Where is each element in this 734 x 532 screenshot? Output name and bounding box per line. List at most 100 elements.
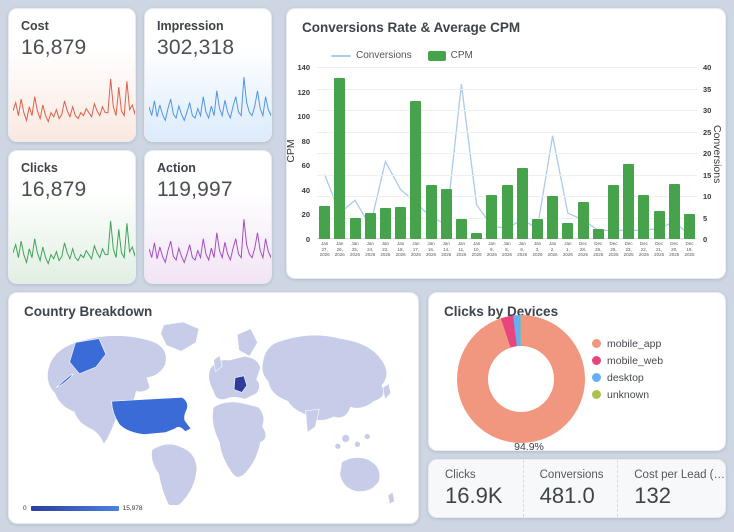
cpm-bar bbox=[410, 101, 422, 239]
axis-tick-label: 5 bbox=[703, 213, 708, 223]
axis-tick-label: 20 bbox=[703, 149, 712, 158]
legend-dot bbox=[592, 356, 601, 365]
line-legend-mark bbox=[331, 54, 351, 57]
stat-value: 132 bbox=[634, 483, 671, 508]
cpm-bar bbox=[364, 213, 376, 239]
kpi-label: Action bbox=[157, 161, 196, 175]
x-axis-label: Jan 24, 2026 bbox=[365, 241, 376, 258]
axis-tick-label: 40 bbox=[301, 185, 310, 195]
map-region-island bbox=[334, 443, 342, 450]
gridline bbox=[317, 131, 697, 133]
stat-label: Cost per Lead (… bbox=[634, 469, 726, 481]
devices-donut-chart[interactable] bbox=[457, 315, 585, 443]
donut-percent-label: 94.9% bbox=[514, 441, 544, 451]
legend-item-cpm[interactable]: CPM bbox=[427, 50, 473, 61]
stat-value: 16.9K bbox=[445, 483, 503, 508]
legend-max-label: 15,978 bbox=[122, 505, 143, 512]
axis-tick-label: 100 bbox=[297, 112, 310, 122]
kpi-label: Clicks bbox=[21, 161, 58, 175]
x-axis-label: Dec 20, 2025 bbox=[669, 241, 680, 258]
map-region-scandinavia bbox=[236, 328, 258, 357]
gridline bbox=[317, 110, 697, 111]
map-region-asia bbox=[261, 334, 388, 421]
cpm-bar bbox=[425, 184, 437, 239]
cpm-bar bbox=[395, 207, 407, 239]
cpm-bar bbox=[531, 219, 543, 239]
devices-legend: mobile_app mobile_webdesktop unknown bbox=[592, 335, 663, 403]
axis-tick-label: 80 bbox=[301, 136, 310, 146]
x-axis-label: Jan 14, 2026 bbox=[441, 241, 452, 258]
legend-label: mobile_web bbox=[607, 354, 664, 367]
axis-tick-label: 0 bbox=[305, 235, 310, 244]
kpi-card-action[interactable]: Action 119,997 bbox=[144, 150, 272, 284]
x-axis-label: Jan 17, 2026 bbox=[410, 241, 421, 258]
axis-tick-label: 30 bbox=[703, 106, 712, 115]
legend-item-unknown[interactable]: unknown bbox=[592, 386, 663, 403]
gridline bbox=[317, 67, 697, 68]
x-axis-label: Jan 26, 2026 bbox=[334, 241, 345, 258]
legend-dot bbox=[592, 339, 601, 348]
x-axis-label: Dec 26, 2025 bbox=[593, 241, 604, 258]
stat-label: Clicks bbox=[445, 469, 476, 481]
cpm-bar bbox=[334, 78, 346, 239]
dashboard-page: Cost 16,879 Impression 302,318 Clicks 16… bbox=[0, 0, 734, 532]
map-title: Country Breakdown bbox=[24, 304, 153, 319]
legend-dot bbox=[592, 390, 601, 399]
summary-stats-card: Clicks 16.9K Conversions 481.0 Cost per … bbox=[428, 459, 726, 518]
map-region-australia bbox=[339, 457, 381, 492]
map-region-united-states[interactable] bbox=[111, 397, 192, 435]
cpm-bar bbox=[486, 194, 498, 239]
axis-tick-label: 140 bbox=[297, 63, 310, 72]
legend-dot bbox=[592, 373, 601, 382]
stat-value: 481.0 bbox=[539, 483, 595, 508]
map-region-india bbox=[305, 408, 320, 434]
cpm-bar bbox=[607, 184, 619, 239]
legend-label: mobile_app bbox=[607, 337, 662, 350]
cpm-bar bbox=[516, 167, 528, 239]
left-axis-ticks: 140 120 100 80 60 40 20 0 bbox=[287, 63, 313, 244]
kpi-card-clicks[interactable]: Clicks 16,879 bbox=[8, 150, 136, 284]
x-axis-label: Jan 27, 2026 bbox=[319, 241, 330, 258]
x-axis-label: Jan 25, 2026 bbox=[350, 241, 361, 258]
kpi-card-cost[interactable]: Cost 16,879 bbox=[8, 8, 136, 142]
legend-item-conversions[interactable]: Conversions bbox=[331, 50, 412, 61]
x-axis-label: Jan 9, 2026 bbox=[486, 241, 497, 258]
conversions-cpm-card: Conversions Rate & Average CPM Conversio… bbox=[285, 8, 726, 279]
cpm-bar bbox=[683, 214, 695, 239]
legend-label: unknown bbox=[607, 388, 650, 401]
legend-item-desktop[interactable]: desktop bbox=[592, 369, 663, 386]
x-axis-label: Jan 2, 2026 bbox=[547, 241, 558, 258]
map-region-island bbox=[363, 433, 371, 440]
legend-item-mobile_app[interactable]: mobile_app bbox=[592, 335, 663, 352]
bar-legend-mark bbox=[427, 50, 446, 61]
x-axis-label: Jan 1, 2026 bbox=[562, 241, 573, 258]
x-axis-label: Jan 6, 2026 bbox=[517, 241, 528, 258]
stat-cost-per-lead: Cost per Lead (… 132 bbox=[617, 460, 725, 517]
gridline bbox=[317, 153, 697, 154]
cpm-bar bbox=[471, 232, 483, 239]
x-axis-label: Jan 8, 2026 bbox=[502, 241, 513, 258]
legend-gradient-bar bbox=[30, 506, 119, 511]
axis-tick-label: 60 bbox=[301, 161, 310, 171]
cost-sparkline-chart bbox=[13, 71, 136, 135]
cpm-bar bbox=[562, 223, 574, 239]
x-axis-label: Dec 22, 2025 bbox=[638, 241, 649, 258]
cpm-bar bbox=[668, 183, 680, 239]
cpm-bar bbox=[455, 219, 467, 239]
map-color-legend: 0 15,978 bbox=[23, 505, 143, 512]
x-axis-label: Jan 18, 2026 bbox=[395, 241, 406, 258]
map-region-island bbox=[354, 441, 361, 448]
donut-title: Clicks by Devices bbox=[444, 304, 559, 319]
legend-min-label: 0 bbox=[23, 505, 27, 512]
kpi-value: 16,879 bbox=[21, 36, 87, 59]
legend-item-mobile_web[interactable]: mobile_web bbox=[592, 352, 663, 369]
right-axis-ticks: 40 35 30 25 20 15 10 5 0 bbox=[700, 63, 726, 244]
world-map bbox=[47, 321, 395, 505]
x-axis-label: Jan 11, 2026 bbox=[456, 241, 467, 258]
x-axis-label: Jan 10, 2026 bbox=[471, 241, 482, 258]
axis-tick-label: 120 bbox=[297, 87, 310, 97]
cpm-chart-legend: Conversions CPM bbox=[331, 50, 483, 61]
kpi-card-impression[interactable]: Impression 302,318 bbox=[144, 8, 272, 142]
cpm-bar bbox=[379, 208, 391, 239]
cpm-bar bbox=[577, 202, 589, 239]
